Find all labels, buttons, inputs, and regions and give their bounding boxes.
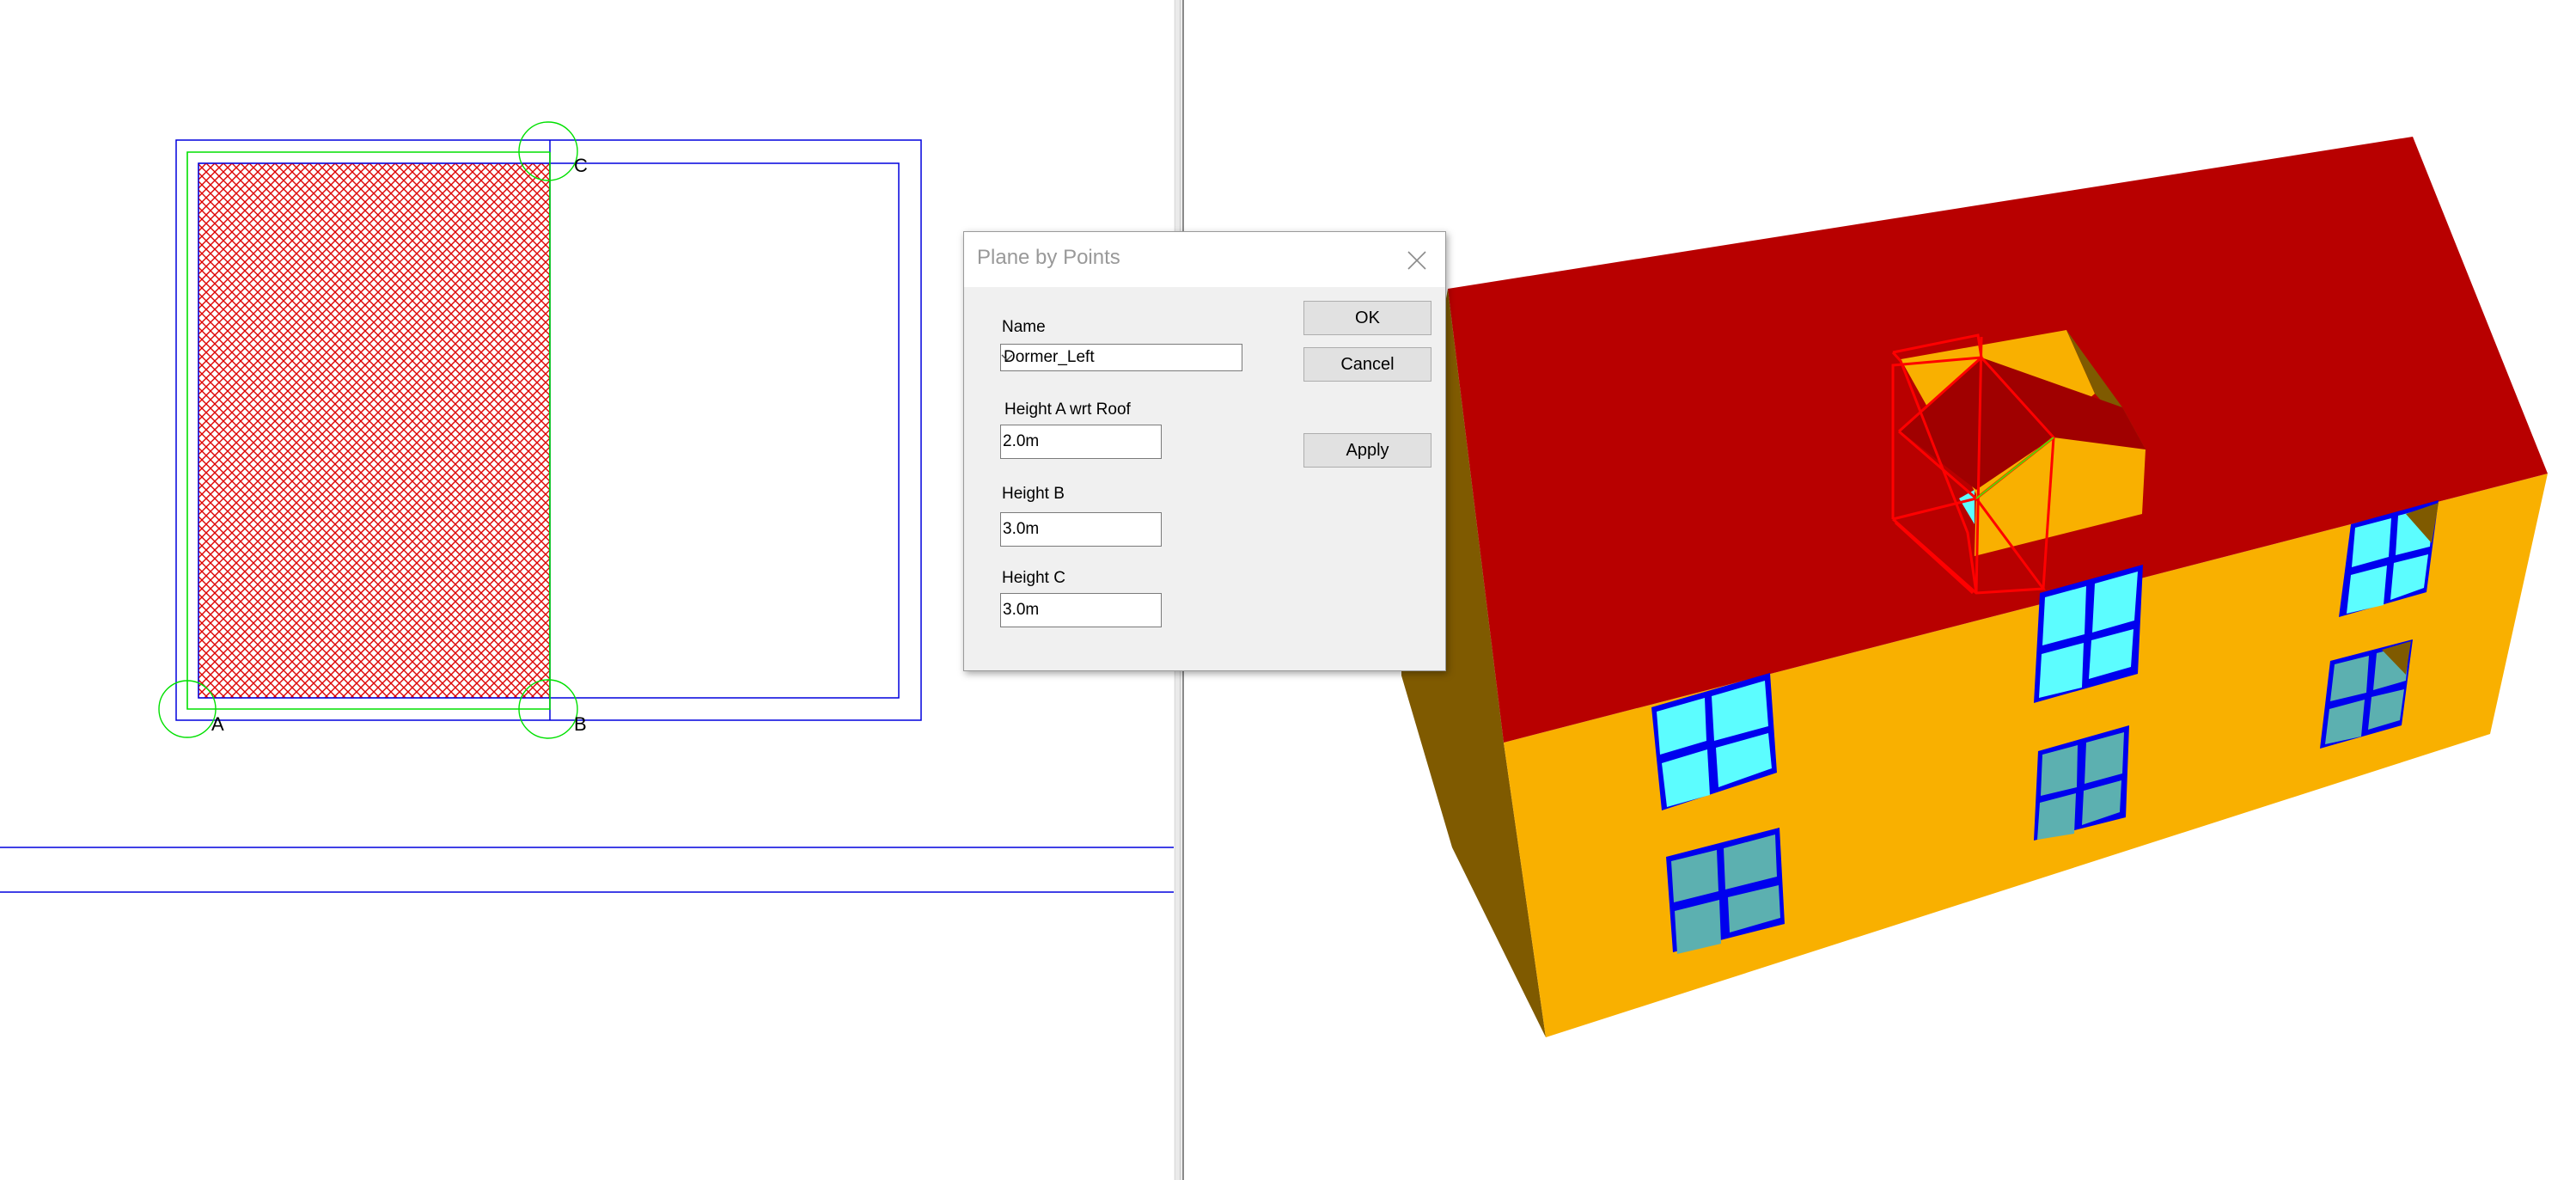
- dialog-titlebar[interactable]: Plane by Points: [964, 232, 1445, 287]
- point-b-label: B: [574, 713, 587, 735]
- close-icon: [1407, 251, 1426, 270]
- height-a-label: Height A wrt Roof: [1004, 400, 1131, 419]
- cancel-button[interactable]: Cancel: [1303, 347, 1431, 382]
- name-dropdown-value: Dormer_Left: [1004, 348, 1095, 366]
- apply-button[interactable]: Apply: [1303, 433, 1431, 468]
- hatched-roof-region[interactable]: [198, 162, 551, 699]
- height-c-label: Height C: [1002, 569, 1065, 587]
- point-a-label: A: [211, 713, 224, 735]
- height-a-input[interactable]: [1000, 425, 1162, 459]
- height-b-label: Height B: [1002, 485, 1065, 503]
- chevron-down-icon: [1001, 354, 1013, 361]
- dialog-title: Plane by Points: [977, 246, 1120, 269]
- height-c-input[interactable]: [1000, 593, 1162, 627]
- point-c-label: C: [574, 155, 588, 176]
- ok-button[interactable]: OK: [1303, 301, 1431, 335]
- close-button[interactable]: [1397, 241, 1437, 280]
- plane-by-points-dialog: Plane by Points Name Dormer_Left Height …: [963, 231, 1446, 671]
- height-b-input[interactable]: [1000, 512, 1162, 547]
- name-dropdown[interactable]: Dormer_Left: [1000, 344, 1242, 371]
- name-label: Name: [1002, 318, 1046, 336]
